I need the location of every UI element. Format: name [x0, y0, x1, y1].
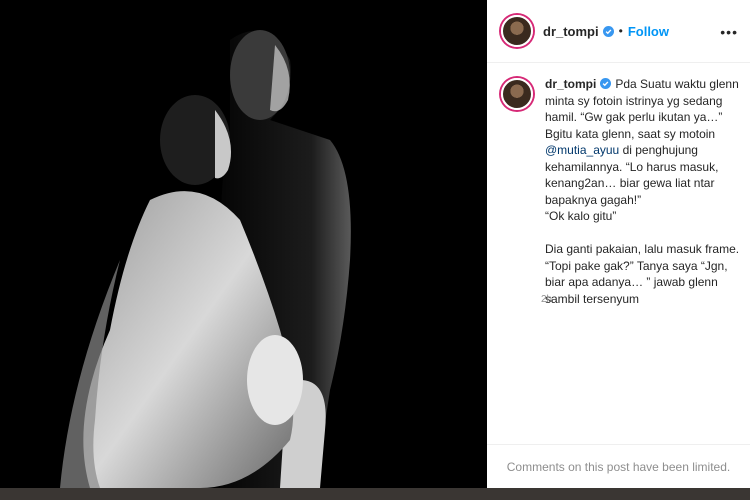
- comments-limited-text: Comments on this post have been limited.: [506, 459, 731, 474]
- username-link[interactable]: dr_tompi: [543, 24, 599, 39]
- caption-block: dr_tompi Pda Suatu waktu glenn minta sy f…: [501, 76, 741, 307]
- follow-button[interactable]: Follow: [628, 24, 669, 39]
- avatar[interactable]: [501, 15, 533, 47]
- separator-dot: •: [618, 24, 623, 38]
- caption-username-link[interactable]: dr_tompi: [545, 77, 596, 91]
- post-header: dr_tompi • Follow: [487, 0, 750, 63]
- comments-limited-notice: Comments on this post have been limited.: [487, 444, 750, 488]
- caption-text: dr_tompi Pda Suatu waktu glenn minta sy f…: [545, 76, 741, 307]
- post-timestamp[interactable]: 2h: [541, 294, 552, 305]
- post-photo[interactable]: [0, 0, 487, 488]
- maternity-photo-image: [0, 0, 487, 488]
- caption-body-part2: di penghujung kehamilannya. “Lo harus ma…: [545, 143, 740, 306]
- verified-badge-icon: [600, 78, 612, 89]
- more-options-icon[interactable]: •••: [720, 24, 738, 40]
- caption-avatar[interactable]: [501, 78, 533, 110]
- post-sidebar: dr_tompi • Follow ••• dr_tompi Pda Suatu …: [487, 0, 750, 488]
- instagram-post-modal: dr_tompi • Follow ••• dr_tompi Pda Suatu …: [0, 0, 750, 488]
- backdrop-strip: [0, 488, 750, 500]
- verified-badge-icon: [602, 25, 614, 37]
- mention-link[interactable]: @mutia_ayuu: [545, 143, 619, 157]
